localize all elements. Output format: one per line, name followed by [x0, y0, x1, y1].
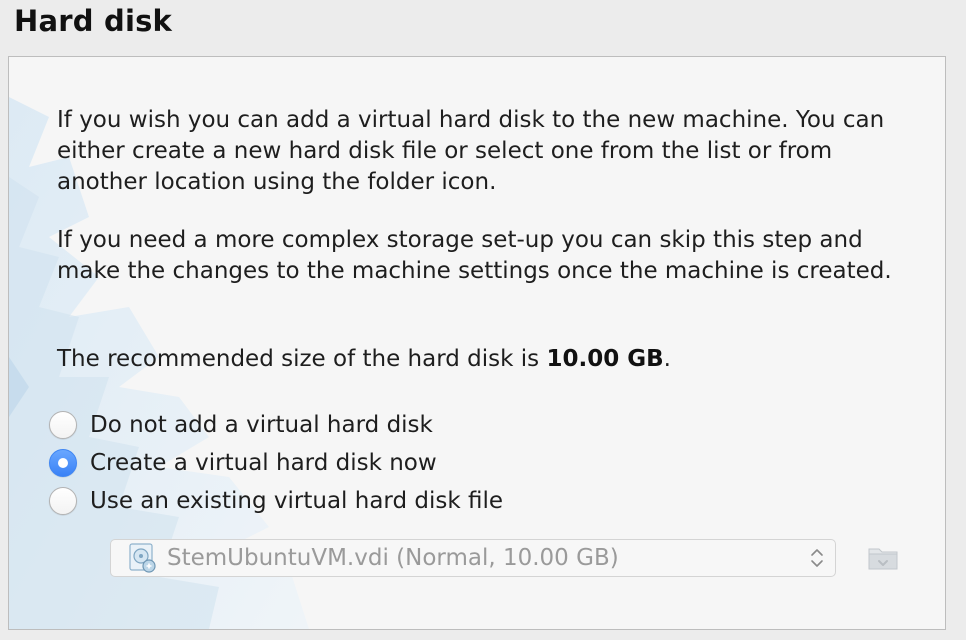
radio-option-no-disk[interactable]: Do not add a virtual hard disk: [49, 408, 433, 442]
virtual-disk-icon: [129, 543, 156, 573]
radio-button-create-disk[interactable]: [49, 449, 77, 477]
page-title: Hard disk: [14, 4, 173, 38]
radio-label-existing-disk[interactable]: Use an existing virtual hard disk file: [90, 488, 503, 514]
radio-label-create-disk[interactable]: Create a virtual hard disk now: [90, 450, 437, 476]
folder-icon[interactable]: [865, 541, 901, 575]
recommended-size-suffix: .: [663, 346, 671, 372]
radio-button-existing-disk[interactable]: [49, 487, 77, 515]
storage-setup-paragraph: If you need a more complex storage set-u…: [57, 227, 892, 284]
recommended-size-prefix: The recommended size of the hard disk is: [57, 346, 547, 372]
radio-selected-dot: [58, 458, 68, 468]
chevron-updown-icon: [811, 549, 823, 567]
existing-disk-select-value: StemUbuntuVM.vdi (Normal, 10.00 GB): [167, 545, 619, 571]
radio-label-no-disk[interactable]: Do not add a virtual hard disk: [90, 412, 433, 438]
radio-option-create-disk[interactable]: Create a virtual hard disk now: [49, 446, 437, 480]
recommended-size-value: 10.00 GB: [546, 346, 664, 372]
radio-button-no-disk[interactable]: [49, 411, 77, 439]
existing-disk-select[interactable]: StemUbuntuVM.vdi (Normal, 10.00 GB): [110, 539, 836, 577]
recommended-size-text: The recommended size of the hard disk is…: [57, 344, 917, 375]
radio-option-existing-disk[interactable]: Use an existing virtual hard disk file: [49, 484, 503, 518]
content-panel: If you wish you can add a virtual hard d…: [8, 56, 946, 630]
intro-paragraph: If you wish you can add a virtual hard d…: [57, 107, 885, 195]
